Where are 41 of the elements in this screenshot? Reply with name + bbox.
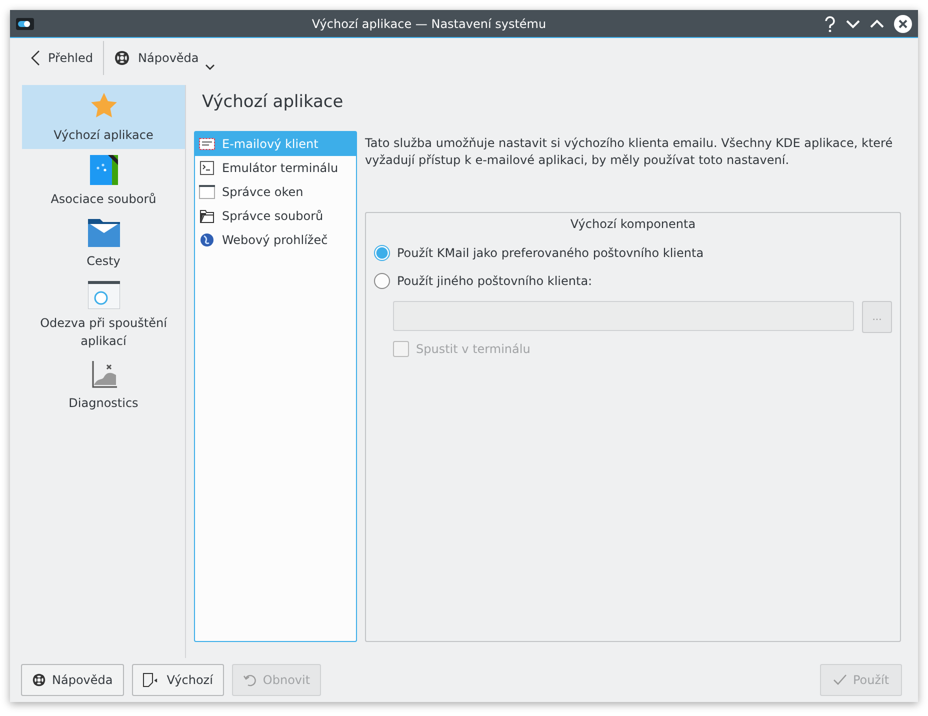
folder-icon xyxy=(88,219,120,247)
window-icon xyxy=(88,281,120,309)
checkmark-icon xyxy=(832,674,847,686)
document-icon xyxy=(88,155,118,185)
list-item[interactable]: Správce oken xyxy=(195,180,356,204)
radio-button[interactable] xyxy=(374,273,390,289)
sidebar-item[interactable]: Výchozí aplikace xyxy=(22,85,185,149)
chart-icon xyxy=(90,361,116,389)
checkbox-label: Spustit v terminálu xyxy=(416,342,530,356)
group-title: Výchozí komponenta xyxy=(570,217,696,231)
radio-label: Použít KMail jako preferovaného poštovního klienta xyxy=(397,246,704,260)
folder-icon xyxy=(200,210,214,222)
envelope-icon xyxy=(199,138,215,150)
list-item[interactable]: Správce souborů xyxy=(195,204,356,228)
back-button[interactable]: Přehled xyxy=(20,40,104,76)
lifebuoy-icon xyxy=(114,50,130,66)
sidebar-item[interactable]: Asociace souborů xyxy=(22,149,185,213)
sidebar-item[interactable]: Diagnostics xyxy=(22,355,185,417)
description-text: Tato služba umožňuje nastavit si výchozího klienta emailu. Všechny KDE aplikace, které vyžadují přístup k e-mailové aplikaci, by měly používat toto nastavení. xyxy=(365,135,894,169)
undo-icon xyxy=(242,673,257,687)
list-item[interactable]: Webový prohlížeč xyxy=(195,228,356,252)
lifebuoy-icon xyxy=(32,673,46,687)
maximize-icon[interactable] xyxy=(870,18,884,28)
page-title: Výchozí aplikace xyxy=(201,91,344,114)
footer-button[interactable]: Nápověda xyxy=(21,664,124,696)
sidebar-item[interactable]: Cesty xyxy=(22,213,185,275)
sidebar-item[interactable]: Odezva při spouštění aplikací xyxy=(22,275,185,355)
close-icon[interactable] xyxy=(894,14,912,32)
window-icon xyxy=(199,185,215,199)
window-title: Výchozí aplikace — Nastavení systému xyxy=(310,16,548,30)
terminal-icon xyxy=(200,161,214,175)
radio-label: Použít jiného poštovního klienta: xyxy=(397,274,592,288)
list-item[interactable]: Emulátor terminálu xyxy=(195,156,356,180)
globe-icon xyxy=(200,233,214,247)
caret-icon xyxy=(204,64,215,70)
help-menu-button[interactable]: Nápověda xyxy=(104,40,225,76)
toggle-icon xyxy=(16,18,34,30)
minimize-icon[interactable] xyxy=(846,18,860,28)
radio-button[interactable] xyxy=(374,245,390,261)
footer-button[interactable]: Výchozí xyxy=(132,664,224,696)
help-icon[interactable] xyxy=(824,16,836,32)
